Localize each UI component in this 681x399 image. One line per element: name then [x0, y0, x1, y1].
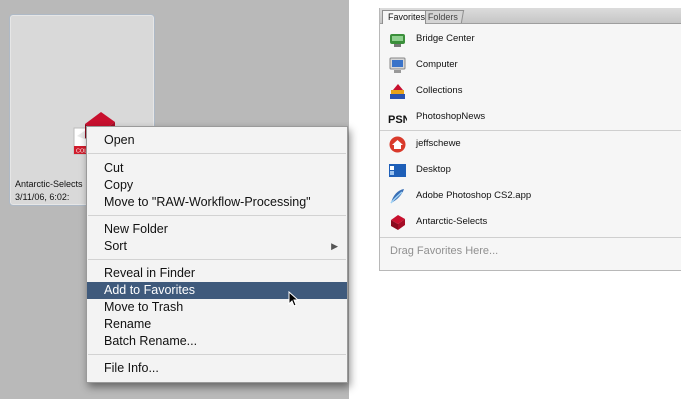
- submenu-arrow-icon: ▶: [331, 241, 338, 251]
- context-menu: Open Cut Copy Move to "RAW-Workflow-Proc…: [86, 126, 348, 383]
- favorite-label: Antarctic-Selects: [416, 216, 488, 227]
- menu-item-label: Batch Rename...: [104, 334, 198, 348]
- menu-item-label: Rename: [104, 317, 152, 331]
- menu-separator: [88, 153, 346, 154]
- menu-item-sort[interactable]: Sort ▶: [87, 238, 347, 255]
- menu-item-label: Cut: [104, 161, 124, 175]
- menu-item-new-folder[interactable]: New Folder: [87, 221, 347, 238]
- tab-label: Favorites: [388, 12, 426, 22]
- home-folder-icon: [389, 136, 406, 153]
- menu-item-label: New Folder: [104, 222, 168, 236]
- favorite-label: Bridge Center: [416, 33, 475, 44]
- menu-item-label: Reveal in Finder: [104, 266, 196, 280]
- favorite-label: Computer: [416, 59, 458, 70]
- menu-item-move-to-trash[interactable]: Move to Trash: [87, 299, 347, 316]
- drag-favorites-hint: Drag Favorites Here...: [390, 245, 499, 257]
- computer-icon: [389, 57, 406, 73]
- psn-icon: PSN: [388, 114, 407, 126]
- bridge-center-icon: [390, 34, 405, 47]
- psn-icon-text: PSN: [388, 114, 407, 126]
- menu-item-cut[interactable]: Cut: [87, 160, 347, 177]
- menu-separator: [88, 259, 346, 260]
- menu-item-rename[interactable]: Rename: [87, 316, 347, 333]
- menu-item-file-info[interactable]: File Info...: [87, 360, 347, 377]
- favorite-label: Desktop: [416, 164, 451, 175]
- menu-item-open[interactable]: Open: [87, 132, 347, 149]
- menu-item-batch-rename[interactable]: Batch Rename...: [87, 333, 347, 350]
- menu-item-label: Open: [104, 133, 135, 147]
- menu-item-label: Copy: [104, 178, 134, 192]
- menu-item-label: Add to Favorites: [104, 283, 196, 297]
- menu-item-label: File Info...: [104, 361, 159, 375]
- panel-tab-strip: Folders Favorites: [380, 8, 681, 24]
- collection-icon: [391, 215, 405, 230]
- menu-item-add-to-favorites[interactable]: Add to Favorites: [87, 282, 347, 299]
- tab-folders[interactable]: Folders: [420, 10, 465, 23]
- mouse-cursor-icon: [288, 291, 300, 307]
- menu-item-copy[interactable]: Copy: [87, 177, 347, 194]
- favorite-label: Adobe Photoshop CS2.app: [416, 190, 532, 201]
- menu-item-reveal-in-finder[interactable]: Reveal in Finder: [87, 265, 347, 282]
- content-area: COLL Antarctic-Selects 3/11/06, 6:02: Op…: [0, 0, 349, 399]
- favorite-item-desktop[interactable]: Desktop: [380, 157, 681, 183]
- tab-favorites[interactable]: Favorites: [382, 10, 426, 24]
- favorites-panel: Folders Favorites Bridge Center Computer…: [379, 8, 681, 271]
- collections-icon: [390, 84, 405, 99]
- favorite-label: jeffschewe: [416, 138, 461, 149]
- menu-item-label: Move to Trash: [104, 300, 184, 314]
- favorite-label: Collections: [416, 85, 463, 96]
- menu-separator: [88, 215, 346, 216]
- favorite-item-collections[interactable]: Collections: [380, 78, 681, 104]
- favorite-item-photoshopnews[interactable]: PSN PhotoshopNews: [380, 104, 681, 130]
- photoshop-app-icon: [390, 189, 404, 204]
- menu-item-label: Sort: [104, 239, 127, 253]
- favorite-label: PhotoshopNews: [416, 111, 486, 122]
- desktop-icon: [389, 164, 406, 177]
- favorite-item-jeffschewe[interactable]: jeffschewe: [380, 131, 681, 157]
- favorite-item-antarctic-selects[interactable]: Antarctic-Selects: [380, 209, 681, 235]
- favorites-divider: [380, 237, 681, 238]
- favorite-item-computer[interactable]: Computer: [380, 52, 681, 78]
- favorite-item-photoshop-app[interactable]: Adobe Photoshop CS2.app: [380, 183, 681, 209]
- tab-label: Folders: [427, 12, 458, 22]
- menu-item-label: Move to "RAW-Workflow-Processing": [104, 195, 311, 209]
- menu-item-move-to[interactable]: Move to "RAW-Workflow-Processing": [87, 194, 347, 211]
- menu-separator: [88, 354, 346, 355]
- favorite-item-bridge-center[interactable]: Bridge Center: [380, 26, 681, 52]
